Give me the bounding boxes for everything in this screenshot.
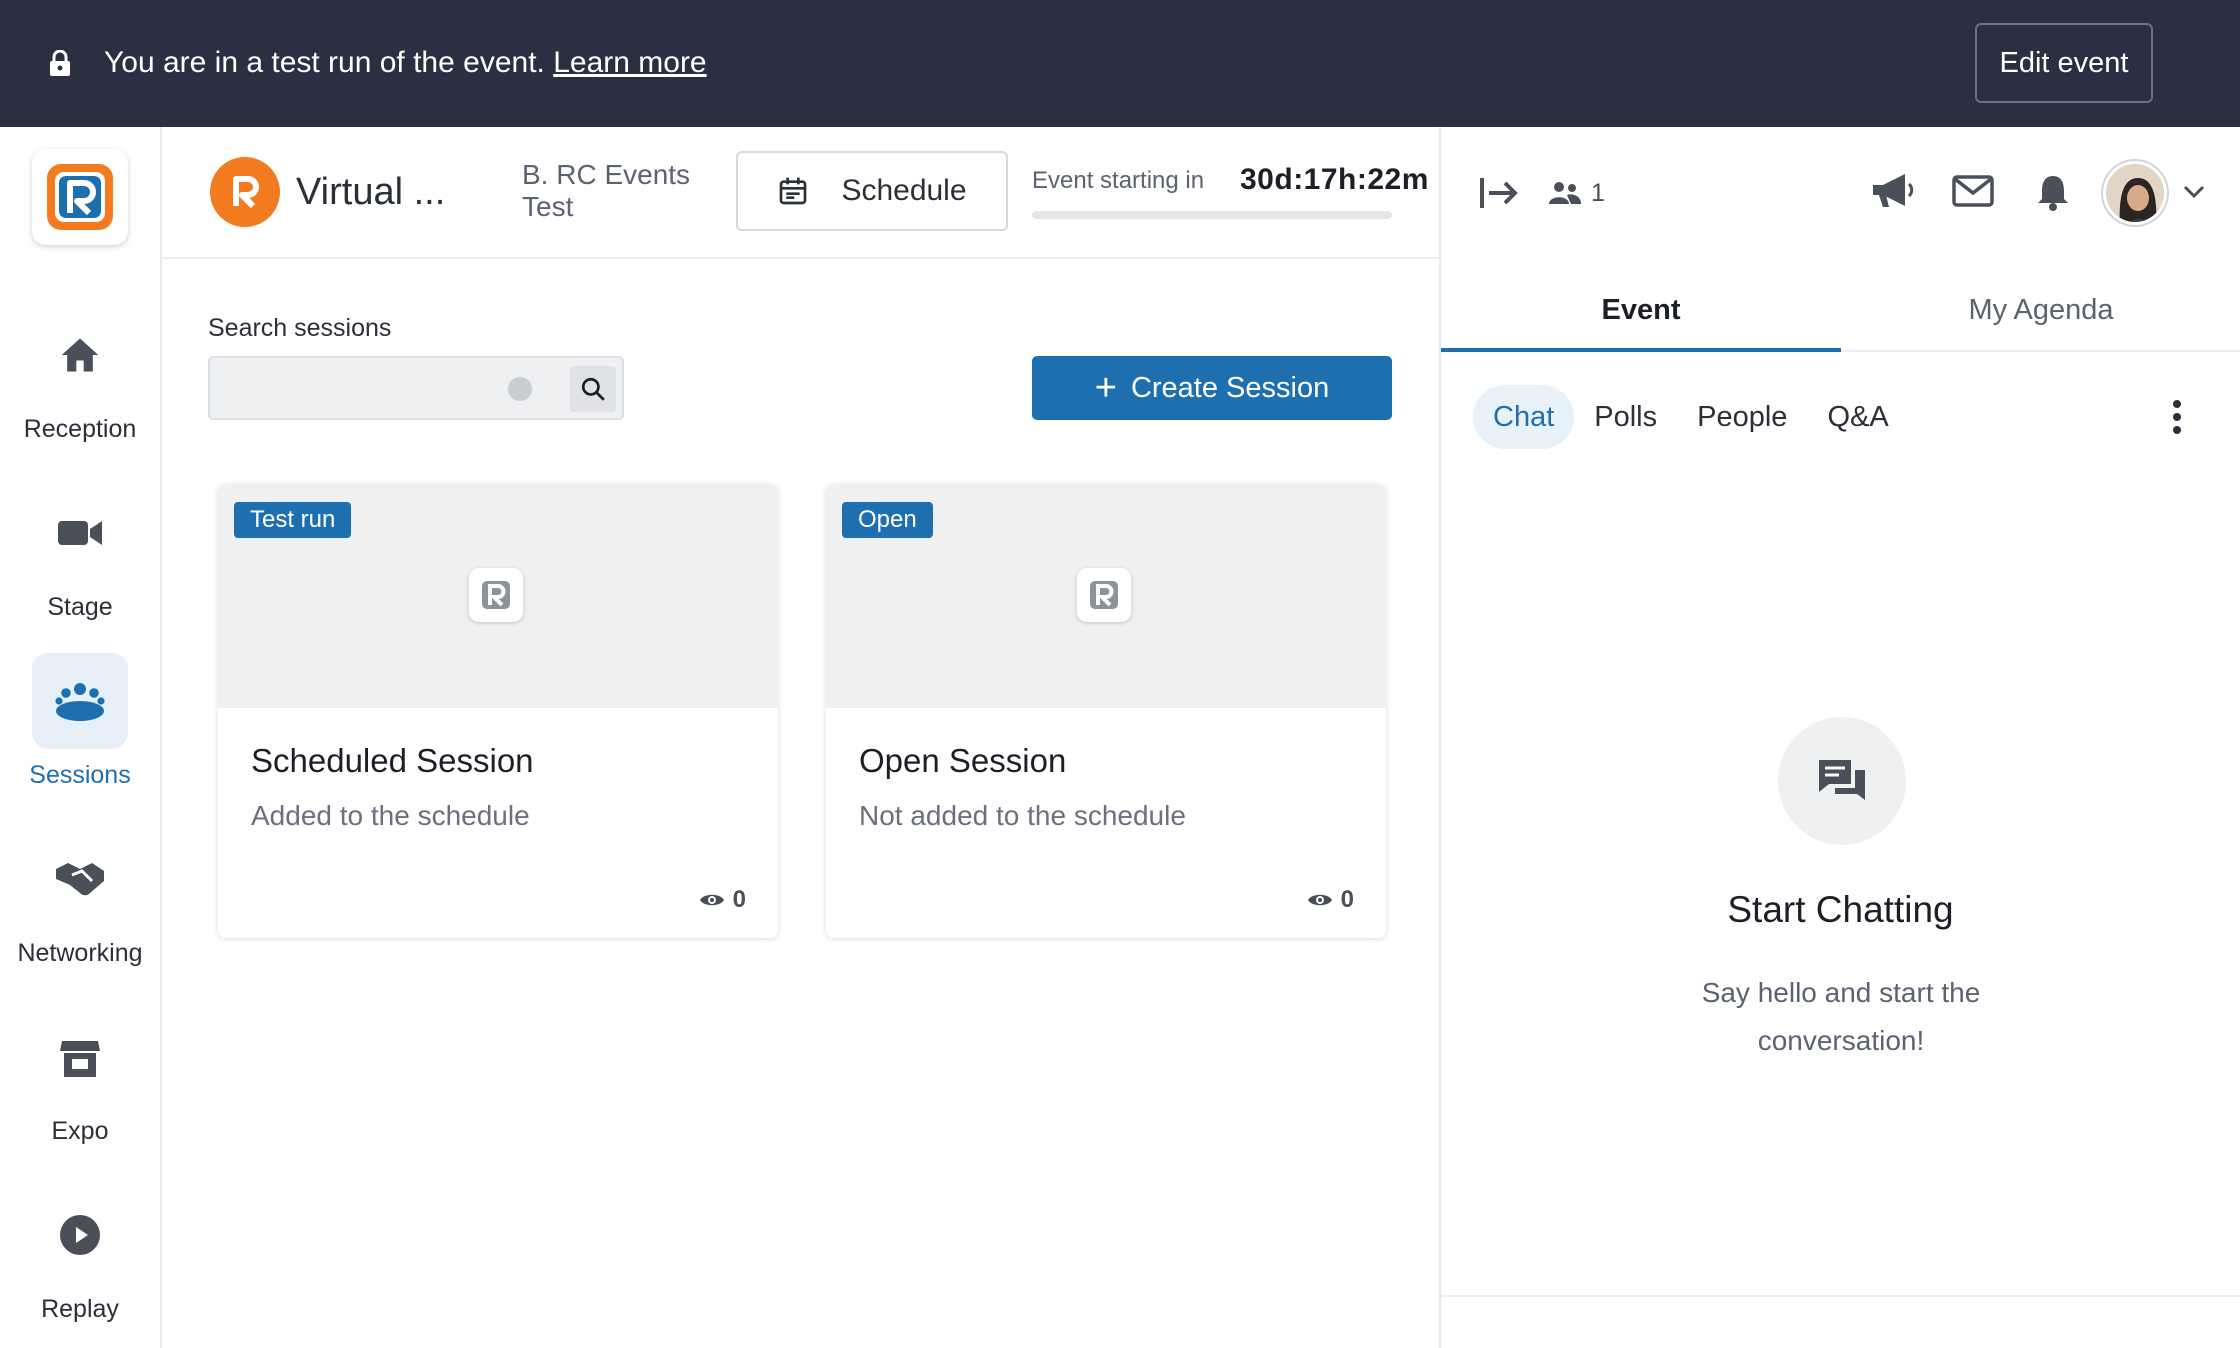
people-group-icon: [32, 653, 128, 749]
handshake-icon: [32, 831, 128, 927]
chat-bubble-icon: [1778, 717, 1906, 845]
event-name: Virtual ...: [296, 171, 446, 213]
countdown-value: 30d:17h:22m: [1240, 163, 1429, 196]
banner-message: You are in a test run of the event. Lear…: [104, 46, 707, 80]
video-camera-icon: [32, 485, 128, 581]
megaphone-icon[interactable]: [1871, 171, 1915, 211]
placeholder-logo-icon: [469, 568, 523, 622]
attendees-icon: [1549, 182, 1581, 204]
event-logo-icon: [233, 176, 259, 209]
nav-label-expo: Expo: [51, 1117, 109, 1145]
schedule-button[interactable]: Schedule: [736, 151, 1008, 231]
nav-label-networking: Networking: [17, 939, 143, 967]
status-badge: Test run: [234, 502, 352, 538]
avatar[interactable]: [2103, 161, 2167, 225]
nav-item-networking[interactable]: Networking: [0, 831, 160, 968]
panel-footer-divider: [1441, 1295, 2240, 1297]
organizer-name: B. RC Events Test: [522, 159, 691, 222]
session-thumbnail: Test run: [218, 484, 778, 708]
nav-label-reception: Reception: [23, 415, 137, 443]
search-icon: [581, 377, 605, 401]
user-photo: [2106, 164, 2164, 222]
bell-icon[interactable]: [2035, 173, 2071, 211]
event-header: Virtual ... B. RC Events Test Schedule E…: [162, 127, 1439, 259]
subtab-qa[interactable]: Q&A: [1807, 385, 1908, 449]
right-panel: 1 Event My Agenda Chat Polls People Q&A …: [1439, 127, 2240, 1348]
session-subtitle: Added to the schedule: [251, 800, 530, 831]
play-icon: [32, 1187, 128, 1283]
mail-icon[interactable]: [1952, 175, 1994, 207]
home-icon: [32, 307, 128, 403]
countdown-label: Event starting in: [1032, 167, 1205, 194]
view-count: 0: [1307, 886, 1354, 914]
tab-my-agenda[interactable]: My Agenda: [1841, 282, 2240, 352]
session-thumbnail: Open: [826, 484, 1386, 708]
test-run-banner: You are in a test run of the event. Lear…: [0, 0, 2240, 127]
subtab-polls[interactable]: Polls: [1574, 385, 1677, 449]
lock-icon: [50, 50, 70, 76]
session-title: Scheduled Session: [251, 742, 534, 779]
more-options-icon[interactable]: [2171, 399, 2183, 435]
schedule-label: Schedule: [841, 174, 967, 207]
panel-tabs: Event My Agenda: [1441, 282, 2240, 352]
banner-text: You are in a test run of the event.: [104, 46, 545, 79]
create-session-button[interactable]: + Create Session: [1032, 356, 1392, 420]
nav-item-replay[interactable]: Replay: [0, 1187, 160, 1324]
nav-label-sessions: Sessions: [29, 761, 131, 789]
chat-empty-title: Start Chatting: [1727, 889, 1954, 930]
eye-icon: [1307, 894, 1332, 906]
countdown-progress: [1032, 211, 1392, 219]
placeholder-logo-icon: [1077, 568, 1131, 622]
session-card[interactable]: Open Open Session Not added to the sched…: [826, 484, 1386, 938]
plus-icon: +: [1094, 367, 1117, 409]
session-subtitle: Not added to the schedule: [859, 800, 1186, 831]
learn-more-link[interactable]: Learn more: [553, 46, 706, 79]
nav-item-stage[interactable]: Stage: [0, 485, 160, 622]
clear-search-icon[interactable]: [508, 377, 532, 401]
search-button[interactable]: [570, 366, 616, 412]
nav-label-stage: Stage: [47, 593, 113, 621]
collapse-panel-icon[interactable]: [1479, 175, 1519, 211]
view-count-value: 0: [1340, 886, 1354, 913]
view-count: 0: [699, 886, 746, 914]
calendar-icon: [780, 177, 807, 205]
tab-event[interactable]: Event: [1441, 282, 1841, 352]
nav-item-reception[interactable]: Reception: [0, 307, 160, 444]
brand-logo-icon: [47, 164, 113, 230]
chat-subtabs: Chat Polls People Q&A: [1473, 385, 1909, 449]
create-session-label: Create Session: [1130, 371, 1330, 404]
session-card[interactable]: Test run Scheduled Session Added to the …: [218, 484, 778, 938]
subtab-chat[interactable]: Chat: [1473, 385, 1575, 449]
view-count-value: 0: [732, 886, 746, 913]
booth-icon: [32, 1009, 128, 1105]
chat-empty-subtitle: Say hello and start the conversation!: [1701, 977, 1981, 1056]
edit-event-button[interactable]: Edit event: [1975, 23, 2153, 103]
nav-item-sessions[interactable]: Sessions: [0, 653, 160, 790]
app-logo[interactable]: [32, 149, 128, 245]
subtab-people[interactable]: People: [1677, 385, 1807, 449]
right-toolbar: 1: [1441, 127, 2240, 259]
search-label: Search sessions: [208, 314, 392, 342]
search-input[interactable]: [208, 356, 624, 420]
left-nav: Reception Stage Sessions Networking Expo…: [0, 127, 162, 1348]
eye-icon: [699, 894, 724, 906]
nav-label-replay: Replay: [41, 1295, 119, 1323]
session-title: Open Session: [859, 742, 1067, 779]
chevron-down-icon[interactable]: [2183, 185, 2205, 199]
nav-item-expo[interactable]: Expo: [0, 1009, 160, 1146]
event-logo: [210, 157, 280, 227]
attendee-count: 1: [1591, 179, 1605, 207]
status-badge: Open: [842, 502, 933, 538]
